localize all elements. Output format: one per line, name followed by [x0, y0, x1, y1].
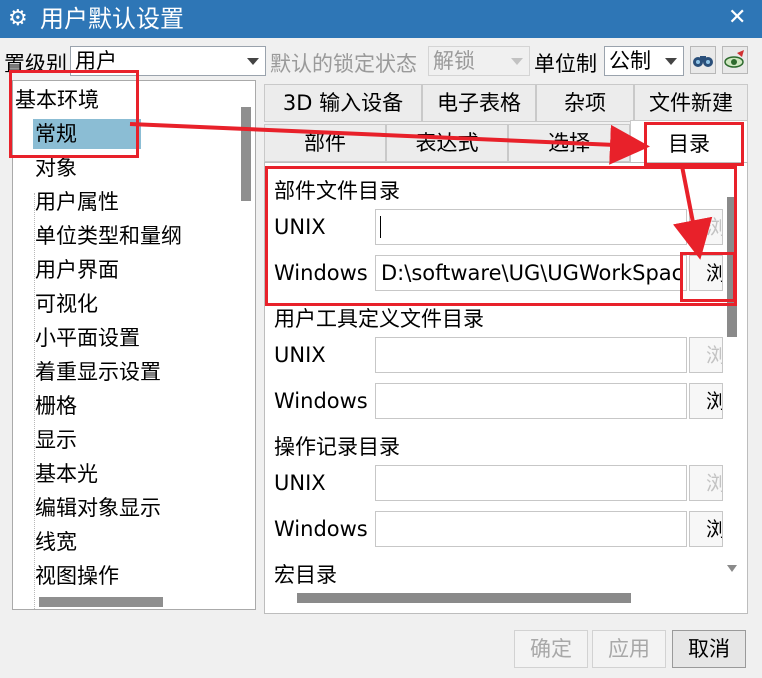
- annotation-arrow-to-tab: [129, 122, 650, 165]
- annotation-arrow-to-browse: [673, 165, 713, 260]
- annotation-arrows: [129, 122, 713, 260]
